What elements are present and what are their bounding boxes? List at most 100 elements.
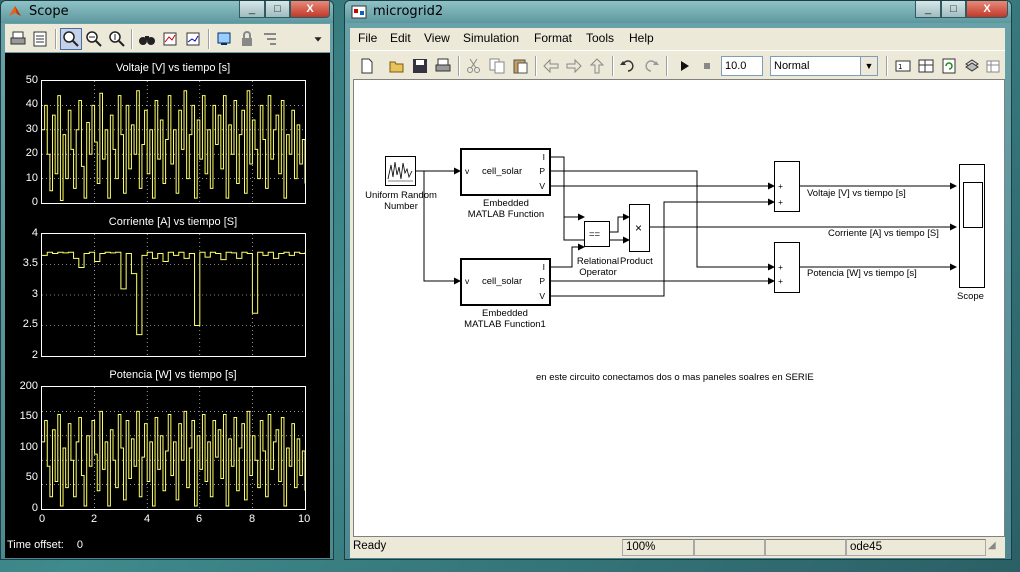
resize-grip-icon[interactable]: ◢	[988, 540, 1002, 554]
print-icon[interactable]	[7, 28, 29, 50]
plot-title: Potencia [W] vs tiempo [s]	[109, 369, 237, 381]
close-button[interactable]: X	[290, 1, 330, 18]
random-signal-icon	[387, 161, 413, 182]
zoom-y-icon[interactable]	[106, 28, 128, 50]
menu-help[interactable]: Help	[629, 31, 654, 45]
zoom-level: 100%	[622, 539, 694, 556]
embedded-matlab-function1-block[interactable]: v cell_solar I P V	[460, 258, 551, 306]
y-tick-label: 2	[31, 349, 38, 361]
play-icon[interactable]	[673, 55, 695, 77]
status-cell-empty	[765, 539, 846, 556]
minimize-button[interactable]: _	[239, 1, 265, 18]
print-icon[interactable]	[432, 55, 454, 77]
scope-titlebar[interactable]: Scope _ □ X	[1, 1, 333, 23]
block-label: Uniform Random Number	[365, 190, 437, 212]
sum-sign: +	[778, 181, 783, 191]
output-port-label: I	[542, 262, 545, 272]
menu-simulation[interactable]: Simulation	[463, 31, 519, 45]
close-button[interactable]: X	[966, 1, 1008, 18]
menu-format[interactable]: Format	[534, 31, 572, 45]
y-tick-label: 2.5	[22, 318, 38, 330]
menu-bar: File Edit View Simulation Format Tools H…	[350, 28, 1005, 48]
restore-axes-icon[interactable]	[182, 28, 204, 50]
up-icon[interactable]	[586, 55, 608, 77]
save-icon[interactable]	[409, 55, 431, 77]
menu-view[interactable]: View	[424, 31, 450, 45]
sim-mode-select[interactable]: Normal ▼	[770, 56, 878, 76]
block-inner-label: ==	[589, 229, 601, 240]
undo-icon[interactable]	[617, 55, 639, 77]
time-offset-label: Time offset:	[7, 539, 64, 551]
power-plot[interactable]	[41, 386, 306, 510]
output-port-label: V	[539, 181, 545, 191]
embedded-matlab-function-block[interactable]: v cell_solar I P V	[460, 148, 551, 196]
model-canvas[interactable]: Uniform Random Number v cell_solar I P V …	[353, 79, 1005, 537]
current-plot[interactable]	[41, 233, 306, 357]
signal-label-power: Potencia [W] vs tiempo [s]	[807, 268, 917, 279]
lock-icon[interactable]	[236, 28, 258, 50]
chevron-down-icon[interactable]: ▼	[860, 57, 877, 75]
model-annotation: en este circuito conectamos dos o mas pa…	[536, 372, 814, 383]
float-icon[interactable]	[213, 28, 235, 50]
stop-icon[interactable]	[696, 55, 718, 77]
plot-title: Corriente [A] vs tiempo [S]	[108, 216, 238, 228]
cut-icon[interactable]	[463, 55, 485, 77]
maximize-button[interactable]: □	[941, 1, 966, 18]
uniform-random-block[interactable]	[385, 156, 416, 186]
build-icon[interactable]: 1	[892, 55, 914, 77]
y-tick-label: 10	[25, 172, 38, 184]
y-tick-label: 50	[25, 471, 38, 483]
sum1-block[interactable]: + +	[774, 161, 800, 212]
stop-time-input[interactable]: 10.0	[721, 56, 763, 76]
output-port-label: P	[539, 166, 545, 176]
refresh-icon[interactable]	[938, 55, 960, 77]
paste-icon[interactable]	[509, 55, 531, 77]
block-label: Embedded MATLAB Function1	[464, 308, 546, 330]
library-icon[interactable]	[915, 55, 937, 77]
product-block[interactable]: ×	[629, 204, 650, 252]
open-icon[interactable]	[386, 55, 408, 77]
x-tick-label: 4	[144, 513, 151, 525]
sum-sign: +	[778, 276, 783, 286]
scope-block[interactable]	[959, 164, 985, 288]
scope-title: Scope	[29, 4, 69, 19]
matlab-icon	[9, 6, 21, 16]
arrow-down-icon[interactable]	[310, 28, 326, 50]
y-tick-label: 150	[19, 410, 38, 422]
scope-toolbar	[5, 24, 330, 52]
menu-file[interactable]: File	[358, 31, 377, 45]
binoculars-icon[interactable]	[136, 28, 158, 50]
y-tick-label: 30	[25, 123, 38, 135]
zoom-x-icon[interactable]	[83, 28, 105, 50]
y-tick-label: 200	[19, 380, 38, 392]
debug-icon[interactable]	[961, 55, 983, 77]
menu-tools[interactable]: Tools	[586, 31, 614, 45]
sum-sign: +	[778, 262, 783, 272]
model-titlebar[interactable]: microgrid2 _ □ X	[345, 1, 1011, 23]
model-title: microgrid2	[373, 4, 444, 19]
y-tick-label: 4	[31, 227, 38, 239]
save-axes-icon[interactable]	[159, 28, 181, 50]
minimize-button[interactable]: _	[915, 1, 941, 18]
relational-operator-block[interactable]: ==	[584, 221, 610, 247]
select-signals-icon[interactable]	[259, 28, 281, 50]
explorer-icon[interactable]	[982, 55, 1004, 77]
menu-edit[interactable]: Edit	[390, 31, 411, 45]
signal-trace	[42, 251, 306, 336]
new-icon[interactable]	[356, 55, 378, 77]
maximize-button[interactable]: □	[265, 1, 290, 18]
copy-icon[interactable]	[486, 55, 508, 77]
output-port-label: V	[539, 291, 545, 301]
x-tick-label: 6	[196, 513, 203, 525]
params-icon[interactable]	[29, 28, 51, 50]
forward-icon[interactable]	[563, 55, 585, 77]
redo-icon[interactable]	[640, 55, 662, 77]
sum2-block[interactable]: + +	[774, 242, 800, 293]
scope-figure: Voltaje [V] vs tiempo [s] 50 40 30 20 10…	[5, 53, 330, 558]
voltage-plot[interactable]	[41, 80, 306, 204]
back-icon[interactable]	[540, 55, 562, 77]
signal-trace	[42, 90, 306, 202]
y-tick-label: 0	[31, 502, 38, 514]
zoom-icon[interactable]	[60, 28, 82, 50]
y-tick-label: 50	[25, 74, 38, 86]
